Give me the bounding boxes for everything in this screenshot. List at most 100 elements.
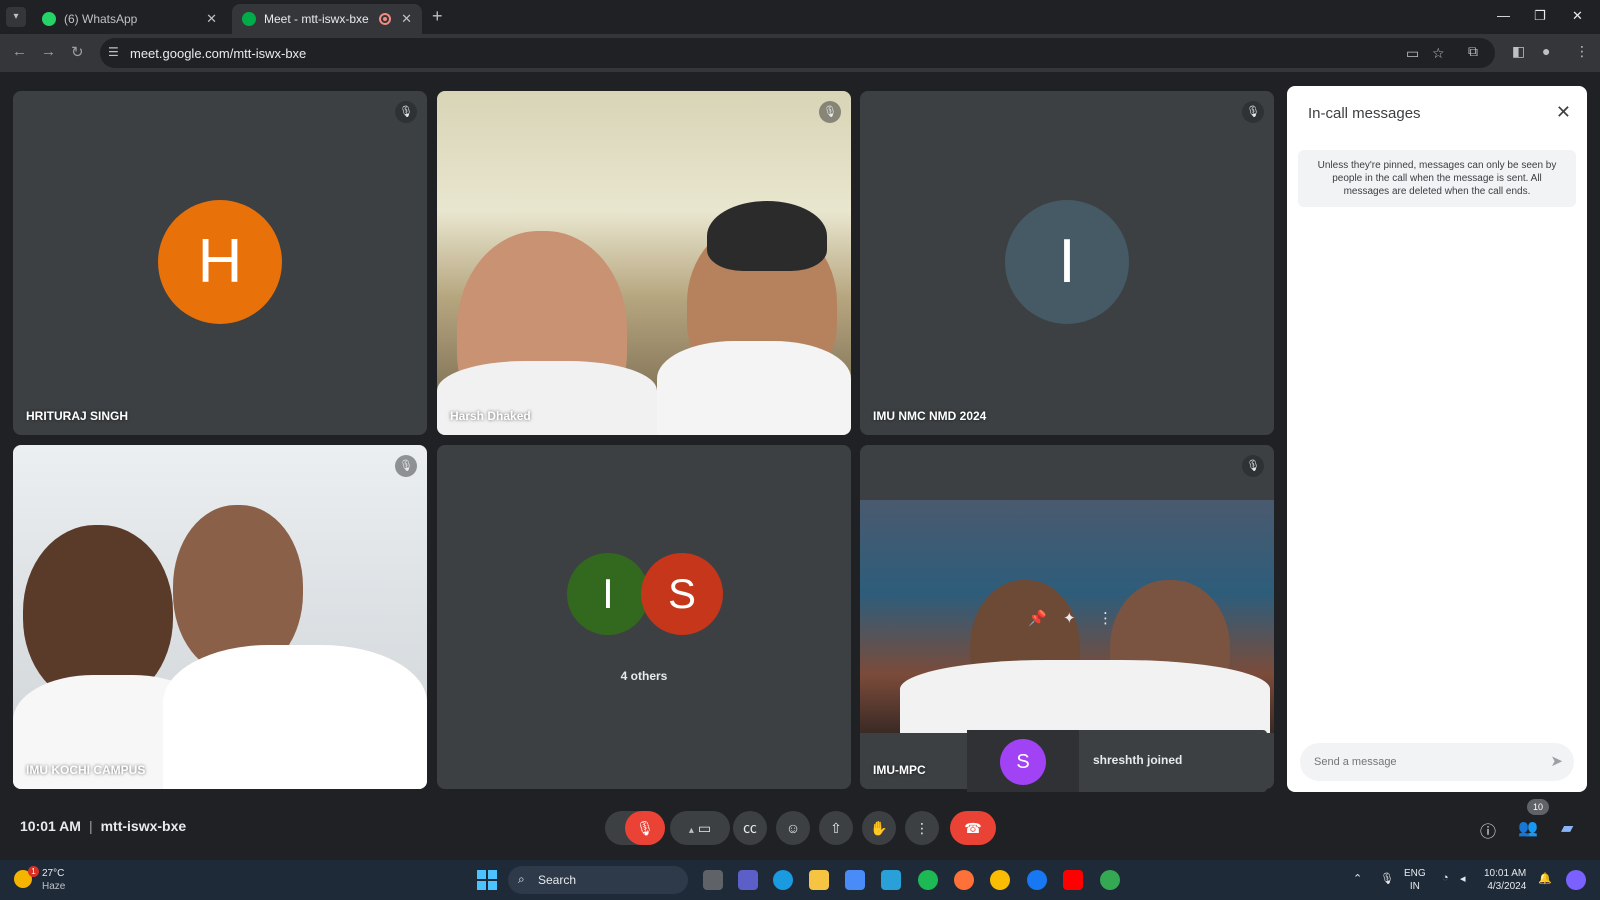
bookmark-star-icon[interactable]: ☆ bbox=[1432, 45, 1445, 62]
tab-search-button[interactable]: ▾ bbox=[6, 7, 26, 27]
close-panel-icon[interactable]: ✕ bbox=[1556, 102, 1571, 123]
microphone-tray-icon[interactable]: 🎙 bbox=[1380, 872, 1394, 885]
mic-toggle-button[interactable]: 🎙 bbox=[625, 811, 665, 845]
notifications-bell-icon[interactable]: 🔔 bbox=[1538, 872, 1552, 885]
panel-title: In-call messages bbox=[1308, 105, 1421, 122]
close-tab-icon[interactable]: ✕ bbox=[206, 11, 217, 27]
search-label: Search bbox=[538, 873, 577, 887]
url-text: meet.google.com/mtt-iswx-bxe bbox=[130, 46, 307, 61]
participant-tile[interactable]: H 🎙 HRITURAJ SINGH bbox=[13, 91, 427, 435]
participant-joined-toast: S shreshth joined bbox=[967, 730, 1267, 792]
pin-icon[interactable]: 📌 bbox=[1028, 609, 1047, 627]
restore-window-button[interactable]: ❐ bbox=[1534, 8, 1546, 24]
task-view-icon[interactable] bbox=[703, 870, 723, 890]
close-window-button[interactable]: ✕ bbox=[1572, 8, 1583, 24]
reactions-button[interactable]: ☺ bbox=[776, 811, 810, 845]
captions-button[interactable]: ㏄ bbox=[733, 811, 767, 845]
participant-avatar: H bbox=[158, 200, 282, 324]
microsoft-store-icon[interactable] bbox=[845, 870, 865, 890]
participant-name: IMU KOCHI CAMPUS bbox=[26, 763, 146, 777]
meeting-time: 10:01 AM bbox=[20, 818, 81, 834]
participant-tile[interactable]: 🎙 Harsh Dhaked bbox=[437, 91, 851, 435]
mic-off-icon: 🎙 bbox=[1242, 455, 1264, 477]
edge-icon[interactable] bbox=[773, 870, 793, 890]
tab-meet[interactable]: Meet - mtt-iswx-bxe ✕ bbox=[232, 4, 422, 34]
message-input[interactable] bbox=[1300, 743, 1574, 781]
leave-call-button[interactable]: ☎ bbox=[950, 811, 996, 845]
remote-desktop-icon[interactable] bbox=[881, 870, 901, 890]
effects-icon[interactable]: ✦ bbox=[1063, 609, 1076, 627]
tab-whatsapp[interactable]: (6) WhatsApp ✕ bbox=[32, 4, 227, 34]
address-bar[interactable]: ☰ meet.google.com/mtt-iswx-bxe ▭ ☆ bbox=[100, 38, 1495, 68]
others-count-label: 4 others bbox=[620, 669, 668, 683]
profile-icon[interactable]: ● bbox=[1542, 43, 1550, 59]
participant-avatar: S bbox=[641, 553, 723, 635]
participant-video bbox=[437, 91, 851, 435]
weather-temperature: 27°C bbox=[42, 868, 65, 879]
back-button[interactable]: ← bbox=[12, 43, 27, 60]
present-button[interactable]: ⇧ bbox=[819, 811, 853, 845]
participant-name: IMU-MPC bbox=[873, 763, 926, 777]
side-panel-icon[interactable]: ◧ bbox=[1512, 43, 1525, 60]
toast-avatar: S bbox=[1000, 739, 1046, 785]
chat-icon[interactable]: ▰ bbox=[1561, 818, 1573, 838]
whatsapp-icon bbox=[42, 12, 56, 26]
teams-icon[interactable] bbox=[738, 870, 758, 890]
camera-control[interactable]: ▴ ▭ bbox=[670, 811, 730, 845]
copilot-icon[interactable] bbox=[1566, 870, 1586, 890]
file-explorer-icon[interactable] bbox=[809, 870, 829, 890]
video-options-chevron-icon[interactable]: ▴ bbox=[689, 825, 694, 836]
meeting-details-icon[interactable]: ⓘ bbox=[1480, 818, 1496, 842]
people-icon[interactable]: 👥 bbox=[1518, 818, 1538, 838]
more-vert-icon: ⋮ bbox=[915, 820, 929, 836]
camera-in-use-icon[interactable]: ▭ bbox=[1406, 45, 1419, 62]
windows-start-icon[interactable] bbox=[477, 870, 497, 890]
show-hidden-icons-chevron-icon[interactable]: ⌃ bbox=[1353, 872, 1362, 885]
camera-icon: ▭ bbox=[697, 820, 712, 836]
participant-avatar: I bbox=[567, 553, 649, 635]
forward-button[interactable]: → bbox=[41, 43, 56, 60]
participant-name: HRITURAJ SINGH bbox=[26, 409, 129, 423]
region-code: IN bbox=[1409, 881, 1420, 892]
taskbar-search[interactable]: ⌕ Search bbox=[508, 866, 688, 894]
participant-name: Harsh Dhaked bbox=[450, 409, 531, 423]
volume-icon[interactable]: ◂ bbox=[1460, 872, 1466, 885]
captions-icon: ㏄ bbox=[743, 820, 757, 836]
input-language-indicator[interactable]: ENG IN bbox=[1404, 867, 1426, 893]
tab-title: (6) WhatsApp bbox=[64, 12, 138, 26]
browser-menu-icon[interactable]: ⋮ bbox=[1575, 43, 1589, 60]
close-tab-icon[interactable]: ✕ bbox=[401, 11, 412, 27]
firefox-icon[interactable] bbox=[954, 870, 974, 890]
chrome-icon[interactable] bbox=[990, 870, 1010, 890]
weather-badge: 1 bbox=[28, 866, 39, 877]
mic-off-icon: 🎙 bbox=[395, 101, 417, 123]
mic-off-icon: 🎙 bbox=[395, 455, 417, 477]
minimize-window-button[interactable]: — bbox=[1497, 8, 1510, 23]
send-icon[interactable]: ➤ bbox=[1550, 752, 1563, 770]
system-clock[interactable]: 10:01 AM 4/3/2024 bbox=[1484, 867, 1526, 893]
mic-off-icon: 🎙 bbox=[819, 101, 841, 123]
clock-date: 4/3/2024 bbox=[1487, 881, 1527, 892]
extensions-icon[interactable]: ⧉ bbox=[1468, 43, 1478, 60]
participant-tile[interactable]: 🎙 IMU KOCHI CAMPUS bbox=[13, 445, 427, 789]
site-info-icon[interactable]: ☰ bbox=[108, 45, 119, 59]
weather-condition: Haze bbox=[42, 881, 66, 892]
participant-tile[interactable]: I 🎙 IMU NMC NMD 2024 bbox=[860, 91, 1274, 435]
spotify-icon[interactable] bbox=[918, 870, 938, 890]
more-options-button[interactable]: ⋮ bbox=[905, 811, 939, 845]
reload-button[interactable]: ↻ bbox=[71, 43, 84, 61]
more-options-icon[interactable]: ⋮ bbox=[1098, 609, 1113, 627]
new-tab-button[interactable]: + bbox=[432, 6, 443, 27]
others-tile[interactable]: I S 4 others bbox=[437, 445, 851, 789]
wifi-icon[interactable]: ◔ bbox=[1442, 872, 1449, 884]
mic-off-icon: 🎙 bbox=[1242, 101, 1264, 123]
raise-hand-button[interactable]: ✋ bbox=[862, 811, 896, 845]
chrome-profile-icon[interactable] bbox=[1100, 870, 1120, 890]
youtube-icon[interactable] bbox=[1063, 870, 1083, 890]
hang-up-icon: ☎ bbox=[964, 820, 982, 836]
facebook-icon[interactable] bbox=[1027, 870, 1047, 890]
participants-count-badge: 10 bbox=[1527, 799, 1549, 815]
browser-tab-bar: ▾ (6) WhatsApp ✕ Meet - mtt-iswx-bxe ✕ +… bbox=[0, 0, 1600, 34]
meeting-info: 10:01 AM | mtt-iswx-bxe bbox=[20, 818, 187, 834]
google-meet-icon bbox=[242, 12, 256, 26]
